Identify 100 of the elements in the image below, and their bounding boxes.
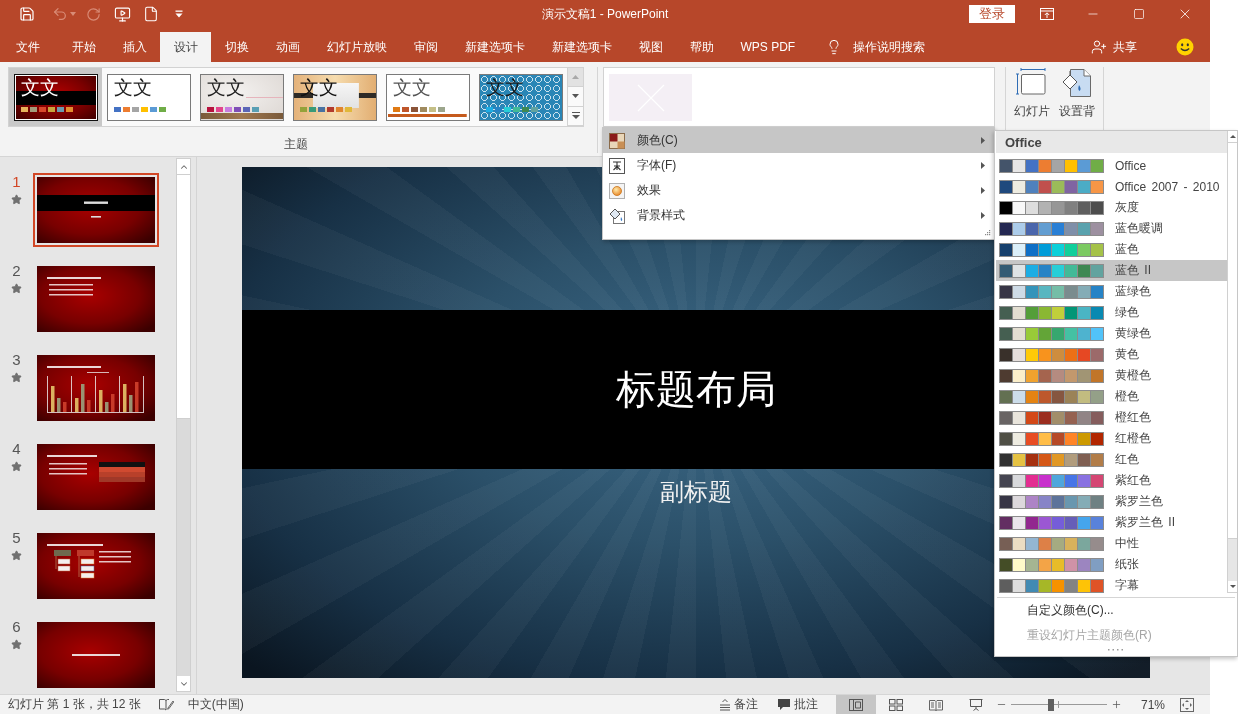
scrollbar-thumb[interactable] xyxy=(1228,143,1237,539)
menu-item[interactable]: 自定义颜色(C)... xyxy=(995,598,1237,623)
color-scheme-item[interactable]: 黄绿色 xyxy=(996,323,1227,344)
ribbon-tab[interactable]: 插入 xyxy=(109,32,160,62)
ribbon-tab[interactable]: 新建选项卡 xyxy=(538,32,625,62)
maximize-icon[interactable] xyxy=(1133,8,1145,20)
share-button[interactable]: 共享 xyxy=(1091,32,1137,62)
ribbon-tab[interactable]: 设计 xyxy=(160,32,211,62)
ribbon-tab[interactable]: 新建选项卡 xyxy=(451,32,538,62)
proofing-icon[interactable] xyxy=(158,698,174,711)
submenu-arrow-icon xyxy=(981,162,985,169)
color-scheme-item[interactable]: 纸张 xyxy=(996,554,1227,575)
ribbon-display-options-icon[interactable] xyxy=(1040,8,1054,20)
scrollbar-thumb[interactable] xyxy=(177,174,190,419)
expand-gallery-icon xyxy=(571,112,580,120)
resize-grip-icon[interactable] xyxy=(1108,649,1124,652)
group-label: 主题 xyxy=(284,136,308,153)
menu-item[interactable]: 字体(F) xyxy=(603,153,994,178)
color-scheme-item[interactable]: 红色 xyxy=(996,449,1227,470)
ribbon-tab[interactable]: 视图 xyxy=(625,32,676,62)
star-icon xyxy=(11,283,22,294)
scroll-down-button[interactable] xyxy=(1228,581,1237,593)
color-scheme-item[interactable]: 紫罗兰色 xyxy=(996,491,1227,512)
slide-thumbnail-drawing[interactable] xyxy=(37,266,155,332)
color-scheme-item[interactable]: 蓝色 II xyxy=(996,260,1227,281)
scroll-up-button[interactable] xyxy=(1228,131,1237,143)
slide-thumbnail-drawing[interactable] xyxy=(37,533,155,599)
slide-number: 5 xyxy=(12,530,21,546)
font-box-icon xyxy=(609,157,625,174)
slide-thumbnail-drawing[interactable] xyxy=(37,444,155,510)
ribbon-tab[interactable]: 文件 xyxy=(0,32,58,62)
tell-me-search[interactable]: 操作说明搜索 xyxy=(852,38,925,56)
ribbon-tab[interactable]: 审阅 xyxy=(400,32,451,62)
theme-sample-text: 文文 xyxy=(392,76,431,99)
color-scheme-item[interactable]: 橙红色 xyxy=(996,407,1227,428)
view-button[interactable] xyxy=(835,695,876,714)
smiley-icon[interactable] xyxy=(1176,38,1194,56)
slide-number: 4 xyxy=(12,441,21,457)
comment-bubble-icon xyxy=(776,698,791,711)
save-icon[interactable] xyxy=(19,6,35,22)
color-scheme-item[interactable]: 橙色 xyxy=(996,386,1227,407)
zoom-percentage[interactable]: 71% xyxy=(1140,697,1165,712)
slide-thumbnail-drawing[interactable] xyxy=(37,622,155,688)
paint-bucket-icon xyxy=(609,207,625,224)
theme-thumbnail[interactable]: 文文 xyxy=(106,73,191,121)
color-scheme-item[interactable]: 灰度 xyxy=(996,197,1227,218)
slide-counter: 幻灯片 第 1 张，共 12 张 xyxy=(8,696,141,713)
resize-grip-icon[interactable] xyxy=(984,229,991,236)
color-scheme-item[interactable]: Office xyxy=(996,155,1227,176)
format-background-button[interactable]: 设置背 xyxy=(1056,67,1098,120)
window-title: 演示文稿1 - PowerPoint xyxy=(541,5,669,23)
star-icon xyxy=(11,461,22,472)
slide-title[interactable]: 标题布局 xyxy=(616,362,776,417)
slide-number: 1 xyxy=(12,174,21,190)
notes-icon xyxy=(718,698,731,711)
slide-subtitle[interactable]: 副标题 xyxy=(660,477,732,507)
normal-view-icon xyxy=(848,698,863,711)
star-icon xyxy=(11,550,22,561)
theme-thumbnail[interactable]: 文文 xyxy=(292,73,377,121)
color-scheme-item[interactable]: 绿色 xyxy=(996,302,1227,323)
menu-item[interactable]: 效果 xyxy=(603,178,994,203)
color-scheme-item[interactable]: 黄橙色 xyxy=(996,365,1227,386)
color-scheme-item[interactable]: 中性 xyxy=(996,533,1227,554)
theme-thumbnail[interactable]: 文文 xyxy=(385,73,470,121)
comments-button[interactable]: 批注 xyxy=(776,695,818,714)
notes-button[interactable]: 备注 xyxy=(718,695,758,714)
slide-number: 2 xyxy=(12,263,21,279)
customize-caret-icon[interactable] xyxy=(175,10,183,18)
language-indicator[interactable]: 中文(中国) xyxy=(187,696,244,713)
theme-thumbnail[interactable]: 文文 xyxy=(199,73,284,121)
color-scheme-item[interactable]: 黄色 xyxy=(996,344,1227,365)
ribbon-tab[interactable]: 动画 xyxy=(262,32,313,62)
zoom-slider-thumb[interactable] xyxy=(1048,698,1055,711)
slideshow-icon[interactable] xyxy=(113,5,131,23)
ribbon-tab[interactable]: 开始 xyxy=(58,32,109,62)
ribbon-tab[interactable]: WPS PDF xyxy=(727,32,809,62)
fit-to-window-icon[interactable] xyxy=(1180,697,1194,712)
slide-size-button[interactable]: 幻灯片 xyxy=(1011,67,1053,120)
new-file-icon[interactable] xyxy=(143,6,159,22)
menu-item[interactable]: 颜色(C) xyxy=(603,128,994,153)
color-scheme-item[interactable]: 字幕 xyxy=(996,575,1227,593)
caret-down-icon xyxy=(572,94,579,99)
zoom-in-icon[interactable] xyxy=(1111,699,1123,710)
menu-item[interactable]: 背景样式 xyxy=(603,203,994,228)
color-scheme-item[interactable]: 蓝色暖调 xyxy=(996,218,1227,239)
slideshow-view-icon xyxy=(968,698,983,711)
ribbon-tab[interactable]: 幻灯片放映 xyxy=(313,32,400,62)
color-scheme-item[interactable]: Office 2007 - 2010 xyxy=(996,176,1227,197)
submenu-arrow-icon xyxy=(981,212,985,219)
slide-thumbnail-drawing[interactable] xyxy=(37,355,155,421)
star-icon xyxy=(11,372,22,383)
slide-sorter-icon xyxy=(888,698,903,711)
color-scheme-item[interactable]: 蓝绿色 xyxy=(996,281,1227,302)
ribbon-tab[interactable]: 切换 xyxy=(211,32,262,62)
color-scheme-item[interactable]: 蓝色 xyxy=(996,239,1227,260)
color-scheme-item[interactable]: 紫红色 xyxy=(996,470,1227,491)
sign-in-button[interactable]: 登录 xyxy=(969,5,1015,23)
color-scheme-item[interactable]: 紫罗兰色 II xyxy=(996,512,1227,533)
ribbon-tab[interactable]: 帮助 xyxy=(676,32,727,62)
color-scheme-item[interactable]: 红橙色 xyxy=(996,428,1227,449)
